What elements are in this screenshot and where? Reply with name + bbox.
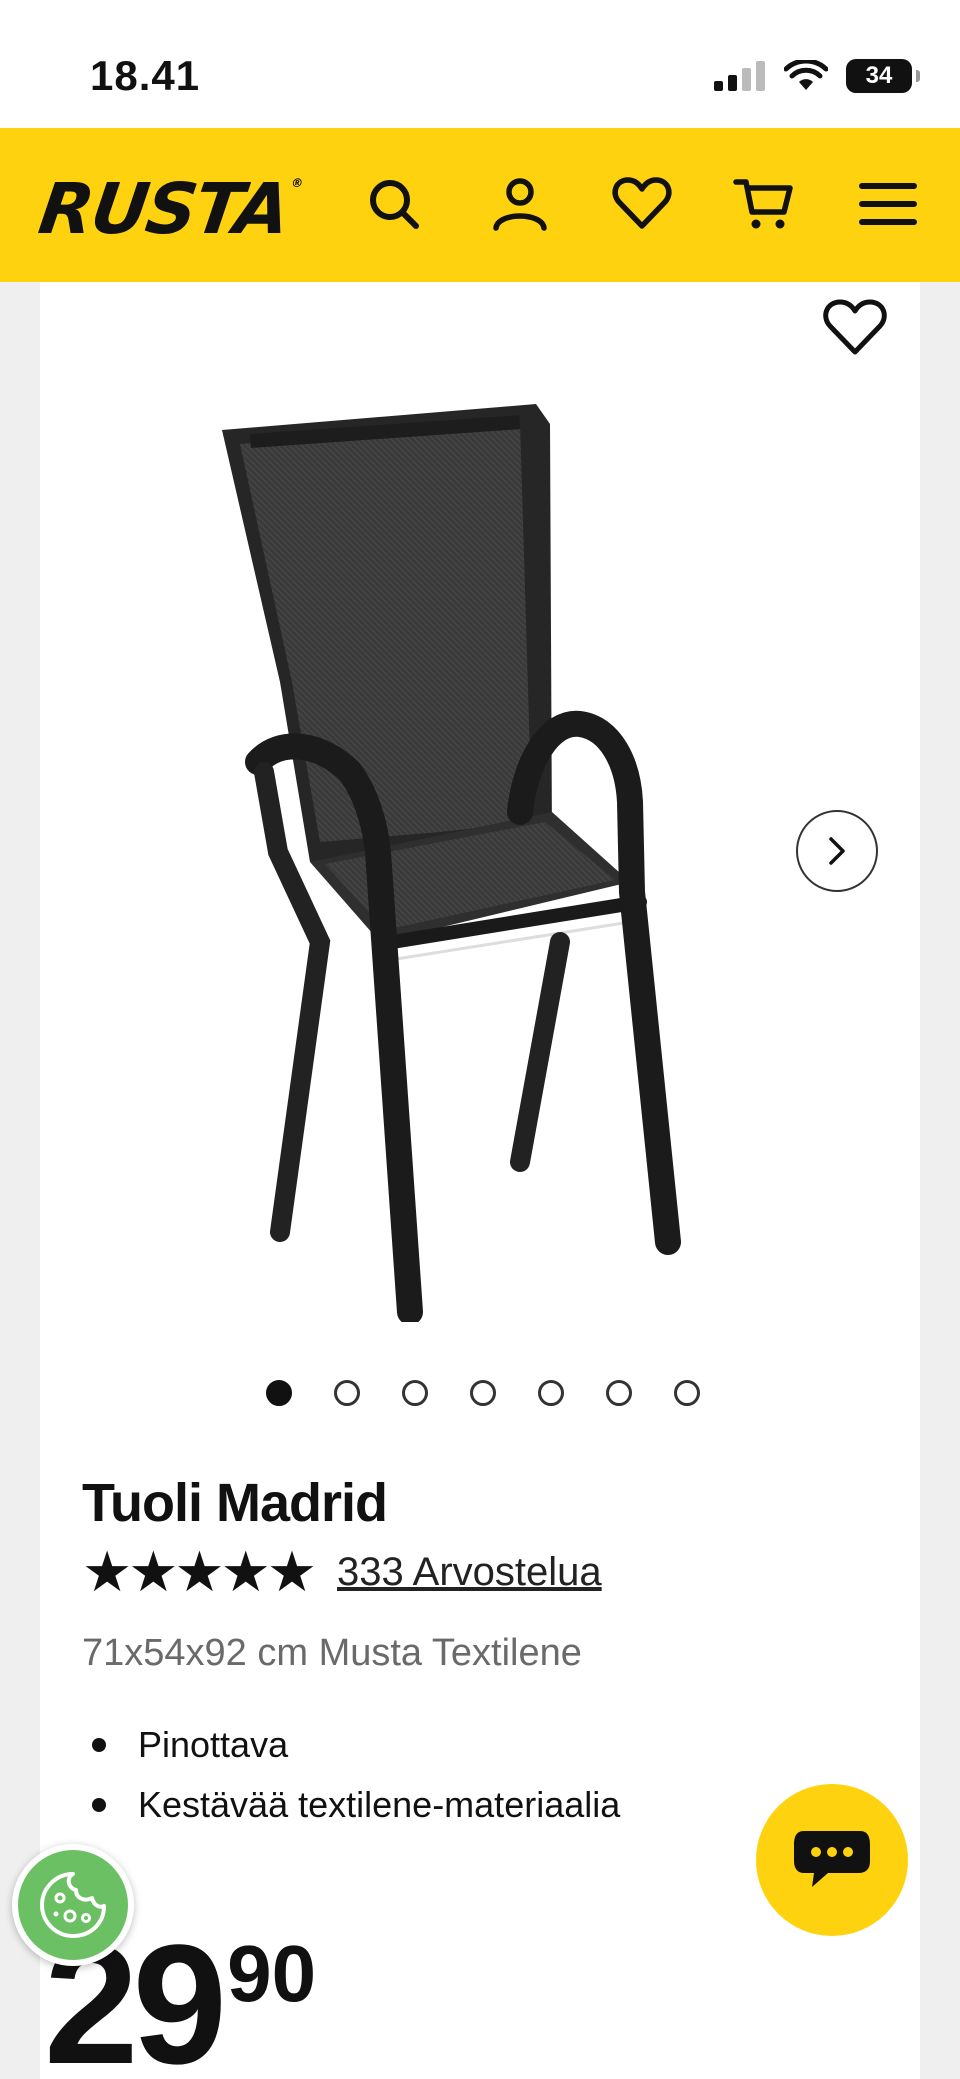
logo-text: RUSTA <box>34 168 294 250</box>
product-title: Tuoli Madrid <box>82 1473 388 1533</box>
chevron-right-icon <box>829 837 845 865</box>
wifi-icon <box>784 60 828 90</box>
gallery-next-button[interactable] <box>796 810 878 892</box>
battery-indicator: 34 <box>846 59 920 93</box>
feature-list: Pinottava Kestävää textilene-materiaalia <box>82 1724 620 1844</box>
gallery-dot-5[interactable] <box>538 1380 564 1406</box>
cookie-settings-button[interactable] <box>12 1844 134 1966</box>
feature-item: Pinottava <box>82 1724 620 1766</box>
gallery-dot-2[interactable] <box>334 1380 360 1406</box>
gallery-dot-1[interactable] <box>266 1380 292 1406</box>
rating-stars-icon: ★★★★★ <box>82 1540 317 1603</box>
add-to-favorites-heart-icon[interactable] <box>818 290 892 364</box>
cart-icon[interactable] <box>732 172 796 236</box>
gallery-dot-4[interactable] <box>470 1380 496 1406</box>
search-icon[interactable] <box>362 172 426 236</box>
wishlist-heart-icon[interactable] <box>610 172 674 236</box>
price-decimals: 90 <box>227 1929 317 2018</box>
gallery-dot-3[interactable] <box>402 1380 428 1406</box>
product-image-chair[interactable] <box>160 382 720 1322</box>
cookie-icon <box>40 1872 106 1938</box>
product-rating: ★★★★★ 333 Arvostelua <box>82 1544 602 1600</box>
menu-icon[interactable] <box>856 172 920 236</box>
gallery-dot-6[interactable] <box>606 1380 632 1406</box>
product-specs: 71x54x92 cm Musta Textilene <box>82 1632 582 1674</box>
gallery-pagination <box>266 1380 700 1406</box>
site-header: RUSTA® <box>0 128 960 282</box>
user-icon[interactable] <box>488 172 552 236</box>
gallery-dot-7[interactable] <box>674 1380 700 1406</box>
signal-icon <box>714 61 765 91</box>
status-time: 18.41 <box>90 52 201 99</box>
status-bar: 18.41 34 <box>0 0 960 128</box>
status-icons: 34 <box>714 56 920 96</box>
reviews-link[interactable]: 333 Arvostelua <box>337 1550 602 1595</box>
chat-bubble-icon <box>794 1831 870 1887</box>
feature-item: Kestävää textilene-materiaalia <box>82 1784 620 1826</box>
rusta-logo[interactable]: RUSTA® <box>34 168 303 250</box>
chat-button[interactable] <box>756 1784 908 1936</box>
